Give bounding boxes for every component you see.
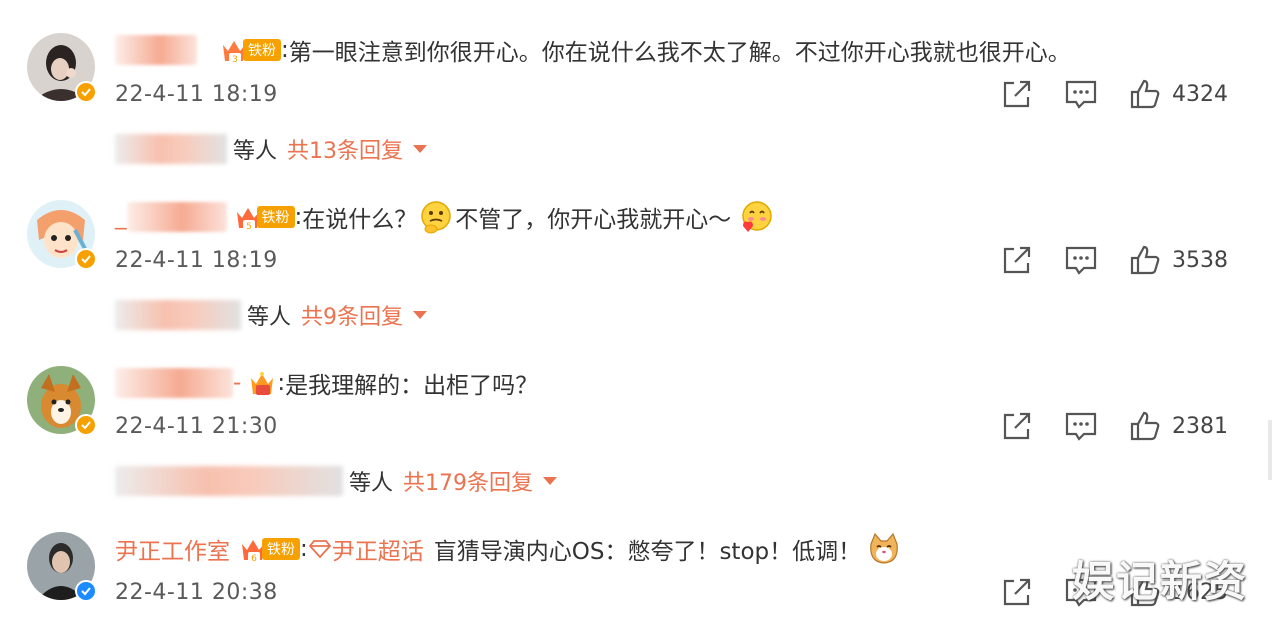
username-redacted[interactable] xyxy=(126,202,227,232)
svg-text:3: 3 xyxy=(232,55,238,65)
verified-icon xyxy=(75,414,97,436)
svg-text:5: 5 xyxy=(246,222,252,232)
reply-summary[interactable]: 等人 共9条回复 xyxy=(115,297,428,333)
thumbs-up-icon xyxy=(1130,577,1160,607)
like-count: 1625 xyxy=(1172,579,1228,605)
comment-meta: 22-4-11 21:30 xyxy=(115,408,1272,444)
fan-badge-label: 铁粉 xyxy=(262,538,300,560)
like-button[interactable]: 4324 xyxy=(1128,77,1238,111)
reply-people: 等人 xyxy=(247,305,292,330)
timestamp: 22-4-11 18:19 xyxy=(115,81,278,107)
thinking-emoji xyxy=(421,201,451,234)
comment-text: 是我理解的：出柜了吗？ xyxy=(285,373,539,399)
comment-meta: 22-4-11 18:19 xyxy=(115,76,1272,112)
like-count: 3538 xyxy=(1172,247,1228,273)
comment-text: 盲猜导演内心OS：憋夸了！stop！低调！ xyxy=(433,539,862,565)
topic-link[interactable]: 尹正超话 xyxy=(308,532,424,566)
comment-icon xyxy=(1065,246,1097,275)
reply-count[interactable]: 共13条回复 xyxy=(287,133,403,165)
reply-count[interactable]: 共9条回复 xyxy=(301,299,403,331)
thumbs-up-icon xyxy=(1130,411,1160,441)
colon: : xyxy=(277,370,286,396)
share-button[interactable] xyxy=(1000,77,1034,111)
comment-meta: 22-4-11 20:38 xyxy=(115,574,1272,610)
verified-icon xyxy=(75,248,97,270)
username[interactable]: _ xyxy=(115,204,127,230)
comment-icon xyxy=(1065,578,1097,607)
comment-meta: 22-4-11 18:19 xyxy=(115,242,1272,278)
fan-badge-label: 铁粉 xyxy=(243,39,281,61)
username-suffix[interactable]: - xyxy=(233,370,241,396)
comment-button[interactable] xyxy=(1064,409,1098,443)
reply-summary[interactable]: 等人 共13条回复 xyxy=(115,131,428,167)
avatar[interactable] xyxy=(27,366,97,436)
verified-icon xyxy=(75,580,97,602)
timestamp: 22-4-11 20:38 xyxy=(115,579,278,605)
comment-text: 在说什么？ xyxy=(302,207,418,233)
fan-badge[interactable]: 6 铁粉 xyxy=(238,534,300,564)
comment-button[interactable] xyxy=(1064,243,1098,277)
verified-icon xyxy=(75,81,97,103)
caret-down-icon xyxy=(413,145,428,153)
comment-content: _ 5 铁粉 : 在说什么？ 不管了，你开心我就开心～ xyxy=(115,197,775,237)
comment-icon xyxy=(1065,412,1097,441)
comment-icon xyxy=(1065,80,1097,109)
replier-names-redacted xyxy=(115,466,343,496)
like-count: 4324 xyxy=(1172,81,1228,107)
share-button[interactable] xyxy=(1000,243,1034,277)
comment-text: 不管了，你开心我就开心～ xyxy=(455,207,732,233)
caret-down-icon xyxy=(543,477,558,485)
cat-emoji xyxy=(870,532,898,564)
comment-content: 尹正工作室 6 铁粉 : 尹正超话 盲猜导演内心OS：憋夸了！stop！低调！ xyxy=(115,529,903,569)
like-button[interactable]: 1625 xyxy=(1128,575,1238,609)
reply-people: 等人 xyxy=(233,139,278,164)
colon: : xyxy=(294,204,303,230)
topic-label[interactable]: 尹正超话 xyxy=(332,532,424,566)
avatar[interactable] xyxy=(27,33,97,103)
comment-text: 第一眼注意到你很开心。你在说什么我不太了解。不过你开心我就也很开心。 xyxy=(288,40,1071,66)
share-button[interactable] xyxy=(1000,575,1034,609)
replier-names-redacted xyxy=(115,134,227,164)
like-button[interactable]: 3538 xyxy=(1128,243,1238,277)
comment-button[interactable] xyxy=(1064,77,1098,111)
reply-count[interactable]: 共179条回复 xyxy=(403,465,533,497)
share-icon xyxy=(1003,578,1031,606)
svg-text:6: 6 xyxy=(251,554,257,564)
like-count: 2381 xyxy=(1172,413,1228,439)
share-icon xyxy=(1003,80,1031,108)
timestamp: 22-4-11 18:19 xyxy=(115,247,278,273)
username-redacted[interactable] xyxy=(115,35,197,65)
timestamp: 22-4-11 21:30 xyxy=(115,413,278,439)
crown-badge-icon[interactable] xyxy=(247,368,277,398)
comment-content: 3 铁粉 : 第一眼注意到你很开心。你在说什么我不太了解。不过你开心我就也很开心… xyxy=(115,30,1071,70)
love-emoji xyxy=(742,201,772,232)
thumbs-up-icon xyxy=(1130,245,1160,275)
comment-content: - : 是我理解的：出柜了吗？ xyxy=(115,363,538,403)
username[interactable]: 尹正工作室 xyxy=(115,532,230,566)
reply-summary[interactable]: 等人 共179条回复 xyxy=(115,463,558,499)
like-button[interactable]: 2381 xyxy=(1128,409,1238,443)
avatar[interactable] xyxy=(27,200,97,270)
comment-button[interactable] xyxy=(1064,575,1098,609)
share-button[interactable] xyxy=(1000,409,1034,443)
colon: : xyxy=(281,37,289,63)
fan-badge[interactable]: 3 铁粉 xyxy=(219,35,281,65)
diamond-topic-icon xyxy=(308,540,331,559)
thumbs-up-icon xyxy=(1130,79,1160,109)
share-icon xyxy=(1003,412,1031,440)
caret-down-icon xyxy=(413,311,428,319)
username-redacted[interactable] xyxy=(115,368,233,398)
replier-names-redacted xyxy=(115,300,241,330)
fan-badge[interactable]: 5 铁粉 xyxy=(233,202,295,232)
reply-people: 等人 xyxy=(349,471,394,496)
avatar[interactable] xyxy=(27,532,97,602)
fan-badge-label: 铁粉 xyxy=(256,206,295,228)
colon: : xyxy=(300,536,308,562)
scrollbar-edge[interactable] xyxy=(1268,420,1272,480)
share-icon xyxy=(1003,246,1031,274)
